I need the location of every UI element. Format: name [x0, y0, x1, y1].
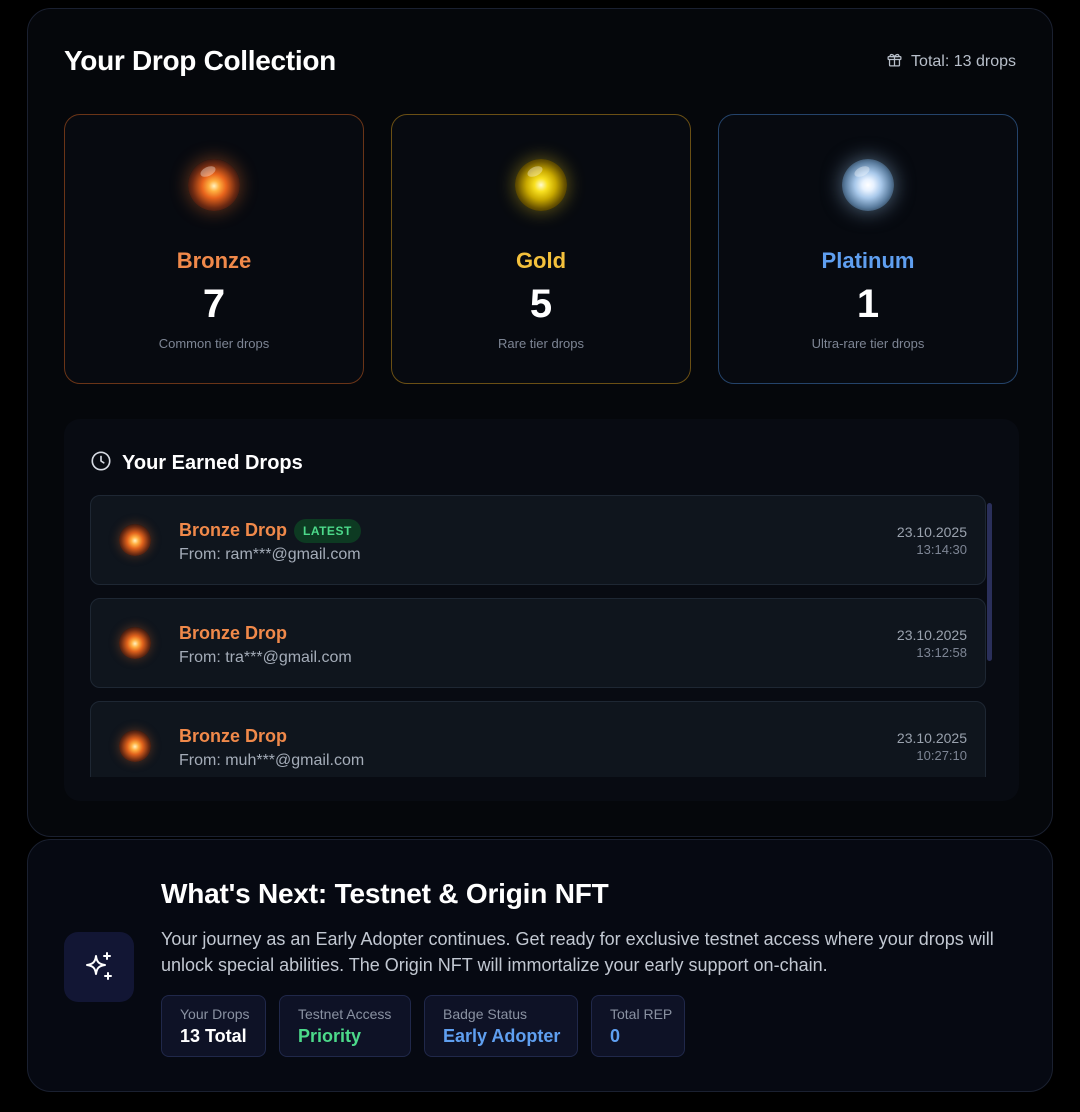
earned-drops-header: Your Earned Drops: [90, 450, 303, 477]
latest-badge: LATEST: [294, 519, 361, 543]
drop-time: 13:14:30: [916, 542, 967, 557]
tier-name: Bronze: [176, 248, 252, 273]
sparkles-icon: [64, 932, 134, 1002]
scrollbar-thumb[interactable]: [987, 503, 992, 661]
stat-label: Total REP: [610, 1006, 673, 1022]
tier-description: Common tier drops: [158, 336, 270, 351]
tier-count: 1: [856, 282, 880, 326]
earned-drops-list[interactable]: Bronze Drop LATEST From: ram***@gmail.co…: [90, 495, 986, 777]
whats-next-card: What's Next: Testnet & Origin NFT Your j…: [27, 839, 1053, 1092]
list-item[interactable]: Bronze Drop LATEST From: ram***@gmail.co…: [90, 495, 986, 585]
tier-cards: Bronze 7 Common tier drops Gold 5 Rare t…: [64, 114, 1019, 384]
stat-testnet-access: Testnet Access Priority: [279, 995, 411, 1057]
list-item[interactable]: Bronze Drop From: muh***@gmail.com 23.10…: [90, 701, 986, 777]
stat-total-rep: Total REP 0: [591, 995, 685, 1057]
stat-label: Your Drops: [180, 1006, 250, 1022]
stat-value: 13 Total: [180, 1026, 247, 1046]
gold-orb-icon: [515, 159, 567, 211]
drop-date: 23.10.2025: [896, 730, 967, 746]
drop-name: Bronze Drop: [179, 623, 287, 643]
tier-description: Rare tier drops: [498, 336, 584, 351]
drop-sender: From: ram***@gmail.com: [179, 546, 361, 563]
tier-card-bronze: Bronze 7 Common tier drops: [64, 114, 364, 384]
bronze-orb-icon: [119, 627, 151, 659]
drop-time: 13:12:58: [916, 645, 967, 660]
tier-description: Ultra-rare tier drops: [811, 336, 925, 351]
whats-next-title: What's Next: Testnet & Origin NFT: [161, 878, 609, 909]
tier-count: 5: [529, 282, 553, 326]
bronze-orb-icon: [119, 524, 151, 556]
tier-card-gold: Gold 5 Rare tier drops: [391, 114, 691, 384]
stat-value: Early Adopter: [443, 1026, 561, 1046]
whats-next-description: Your journey as an Early Adopter continu…: [161, 929, 994, 975]
tier-name: Platinum: [821, 248, 915, 273]
drop-collection-card: Your Drop Collection Total: 13 drops Bro…: [27, 8, 1053, 837]
tier-name: Gold: [515, 248, 567, 273]
drop-name: Bronze Drop: [179, 520, 287, 540]
stat-value: Priority: [298, 1026, 362, 1046]
earned-drops-panel: Your Earned Drops Bronze Drop LATEST Fro…: [64, 419, 1019, 801]
bronze-orb-icon: [188, 159, 240, 211]
drop-sender: From: tra***@gmail.com: [179, 649, 352, 666]
drop-date: 23.10.2025: [896, 524, 967, 540]
drop-time: 10:27:10: [916, 748, 967, 763]
gift-icon: [886, 51, 903, 73]
list-item[interactable]: Bronze Drop From: tra***@gmail.com 23.10…: [90, 598, 986, 688]
stat-your-drops: Your Drops 13 Total: [161, 995, 266, 1057]
stat-label: Badge Status: [443, 1006, 528, 1022]
total-drops: Total: 13 drops: [886, 51, 1016, 73]
stat-value: 0: [610, 1026, 621, 1046]
clock-icon: [90, 450, 112, 477]
drop-date: 23.10.2025: [896, 627, 967, 643]
drop-name: Bronze Drop: [179, 726, 287, 746]
stat-label: Testnet Access: [298, 1006, 392, 1022]
bronze-orb-icon: [119, 730, 151, 762]
stat-badge-status: Badge Status Early Adopter: [424, 995, 578, 1057]
tier-card-platinum: Platinum 1 Ultra-rare tier drops: [718, 114, 1018, 384]
collection-title: Your Drop Collection: [64, 45, 336, 76]
platinum-orb-icon: [842, 159, 894, 211]
drop-sender: From: muh***@gmail.com: [179, 752, 365, 769]
total-drops-label: Total: 13 drops: [911, 53, 1016, 70]
tier-count: 7: [202, 282, 226, 326]
earned-drops-title: Your Earned Drops: [122, 451, 303, 474]
